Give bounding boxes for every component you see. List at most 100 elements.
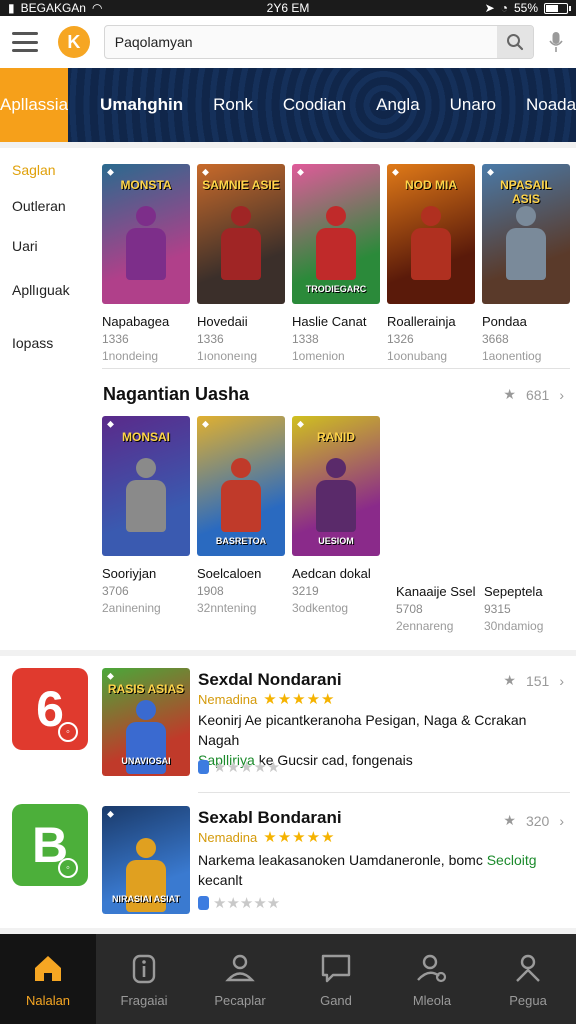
game-count: 1908: [197, 584, 224, 598]
app-title[interactable]: Sexabl Bondarani: [198, 808, 342, 828]
game-subtitle: 30ndamiog: [484, 619, 544, 633]
game-thumbnail[interactable]: ⬥ MONSAI: [102, 416, 190, 556]
chevron-right-icon[interactable]: ›: [559, 673, 564, 689]
search-input[interactable]: [104, 34, 498, 50]
game-card[interactable]: ⬥ TRODIEGARC Haslie Canat 1338 1omenion: [292, 164, 380, 363]
game-count: 3219: [292, 584, 319, 598]
nav-item[interactable]: Pegua: [480, 934, 576, 1024]
game-subtitle: 1omenion: [292, 349, 345, 363]
empty-stars-icon: ★★★★★: [213, 895, 281, 912]
divider: [102, 368, 570, 369]
rating-stars-icon: ★★★★★: [263, 829, 336, 846]
game-thumbnail[interactable]: ⬥ TRODIEGARC: [292, 164, 380, 304]
game-name: Pondaa: [482, 314, 527, 329]
game-name: Aedcan dokal: [292, 566, 371, 581]
star-icon: ★: [503, 672, 516, 688]
nav-label: Pecaplar: [214, 992, 266, 1008]
nav-item[interactable]: Gand: [288, 934, 384, 1024]
divider: [198, 792, 570, 793]
thumbnail-caption: UNAVIOSAI: [121, 756, 171, 766]
game-count: 1326: [387, 332, 414, 346]
game-card[interactable]: Sepeptela 9315 30ndamiog: [484, 574, 572, 633]
app-thumbnail[interactable]: ⬥ NIRASIAI ASIAT: [102, 806, 190, 914]
user-icon: [225, 954, 255, 981]
home-icon: [35, 955, 61, 981]
game-thumbnail[interactable]: ⬥ SAMNIE ASIE: [197, 164, 285, 304]
category-tab[interactable]: Ronk: [198, 95, 268, 115]
nav-item[interactable]: Mleola: [384, 934, 480, 1024]
category-bar: Apllassia Umahghin Ronk Coodian Angla Un…: [0, 68, 576, 142]
category-tab[interactable]: Angla: [361, 95, 434, 115]
corner-badge-icon: ⬥: [107, 671, 114, 682]
nav-item[interactable]: Fragaiai: [96, 934, 192, 1024]
chevron-right-icon[interactable]: ›: [559, 387, 564, 403]
game-card[interactable]: Kanaaije Ssel 5708 2ennareng: [396, 574, 484, 633]
game-subtitle: 2aninening: [102, 601, 161, 615]
side-filter[interactable]: Iopass: [12, 335, 53, 351]
badge-icon: ◦: [58, 722, 78, 742]
description-text: Narkema leakasanoken Uamdaneronle, bomc: [198, 852, 483, 868]
category-tabs: Umahghin Ronk Coodian Angla Unaro Noada: [68, 68, 576, 142]
app-title[interactable]: Sexdal Nondarani: [198, 670, 342, 690]
game-thumbnail[interactable]: ⬥ BASRETOA: [197, 416, 285, 556]
corner-badge-icon: ⬥: [107, 167, 114, 178]
description-text: Keonirj Ae picantkeranoha Pesigan, Naga …: [198, 712, 527, 748]
status-time: 2Y6 EM: [266, 1, 310, 15]
corner-badge-icon: ⬥: [297, 167, 304, 178]
search-button[interactable]: [497, 26, 534, 58]
category-tab[interactable]: Noada: [511, 95, 576, 115]
side-filter[interactable]: Uari: [12, 238, 38, 254]
game-card[interactable]: ⬥ MONSAI Sooriyjan 3706 2aninening: [102, 416, 190, 615]
category-tab[interactable]: Umahghin: [68, 95, 198, 115]
microphone-icon[interactable]: [548, 30, 564, 54]
corner-badge-icon: ⬥: [487, 167, 494, 178]
user-rating[interactable]: ★★★★★: [198, 758, 280, 776]
game-count: 1336: [197, 332, 224, 346]
game-thumbnail[interactable]: ⬥ NOD MIA: [387, 164, 475, 304]
side-filter[interactable]: Apllıguak: [12, 282, 70, 298]
category-tab[interactable]: Coodian: [268, 95, 361, 115]
thumbnail-caption: BASRETOA: [215, 536, 267, 546]
star-icon: ★: [503, 386, 516, 402]
game-card[interactable]: ⬥ RANID UESIOM Aedcan dokal 3219 3odkentog: [292, 416, 380, 615]
app-list: 6 ◦ ⬥ RASIS ASIAS UNAVIOSAI Sexdal Nondara…: [0, 656, 576, 928]
side-filter[interactable]: Outleran: [12, 198, 66, 214]
user-rating[interactable]: ★★★★★: [198, 894, 280, 912]
developer-name: Nemadina: [198, 691, 258, 707]
thumbnail-caption: UESIOM: [318, 536, 354, 546]
game-name: Kanaaije Ssel: [396, 584, 476, 599]
game-count: 5708: [396, 602, 423, 616]
game-card[interactable]: ⬥ SAMNIE ASIE Hovedaii 1336 1ıononeıng: [197, 164, 285, 363]
nav-label: Fragaiai: [120, 992, 168, 1008]
game-thumbnail[interactable]: ⬥ NIRASIAI ASIAT: [102, 806, 190, 914]
menu-icon[interactable]: [12, 32, 38, 52]
game-thumbnail[interactable]: ⬥ MONSTA: [102, 164, 190, 304]
thumbnail-title: SAMNIE ASIE: [202, 178, 280, 192]
nav-item[interactable]: Pecaplar: [192, 934, 288, 1024]
side-filter-active[interactable]: Saglan: [12, 162, 56, 178]
game-thumbnail[interactable]: ⬥ RANID UESIOM: [292, 416, 380, 556]
bottom-navigation: Nalalan Fragaiai Pecaplar Gand Mleola Pegua: [0, 934, 576, 1024]
status-bar: ▮ BEGAKGAn ◠ 2Y6 EM ➤ ◔ 55%: [0, 0, 576, 16]
game-card[interactable]: ⬥ NOD MIA Roallerainja 1326 1oonubang: [387, 164, 475, 363]
character-figure: [409, 206, 453, 282]
star-icon: ★: [503, 812, 516, 828]
game-card[interactable]: ⬥ MONSTA Napabagea 1336 1nondeing: [102, 164, 190, 363]
chevron-right-icon[interactable]: ›: [559, 813, 564, 829]
app-logo[interactable]: K: [57, 26, 90, 58]
game-name: Haslie Canat: [292, 314, 367, 329]
app-icon[interactable]: 6 ◦: [12, 668, 88, 750]
app-thumbnail[interactable]: ⬥ RASIS ASIAS UNAVIOSAI: [102, 668, 190, 776]
nav-label: Pegua: [509, 992, 547, 1008]
category-tab[interactable]: Unaro: [435, 95, 511, 115]
game-thumbnail[interactable]: ⬥ RASIS ASIAS UNAVIOSAI: [102, 668, 190, 776]
search-bar: [103, 25, 535, 59]
game-card[interactable]: ⬥ BASRETOA Soelcaloen 1908 32nntening: [197, 416, 285, 615]
game-thumbnail[interactable]: ⬥ NPASAIL ASIS: [482, 164, 570, 304]
app-icon[interactable]: B ◦: [12, 804, 88, 886]
game-subtitle: 2ennareng: [396, 619, 454, 633]
nav-item[interactable]: Nalalan: [0, 934, 96, 1024]
category-tab-active[interactable]: Apllassia: [0, 68, 69, 142]
game-subtitle: 1ıononeıng: [197, 349, 258, 363]
game-card[interactable]: ⬥ NPASAIL ASIS Pondaa 3668 1aonentiog: [482, 164, 570, 363]
